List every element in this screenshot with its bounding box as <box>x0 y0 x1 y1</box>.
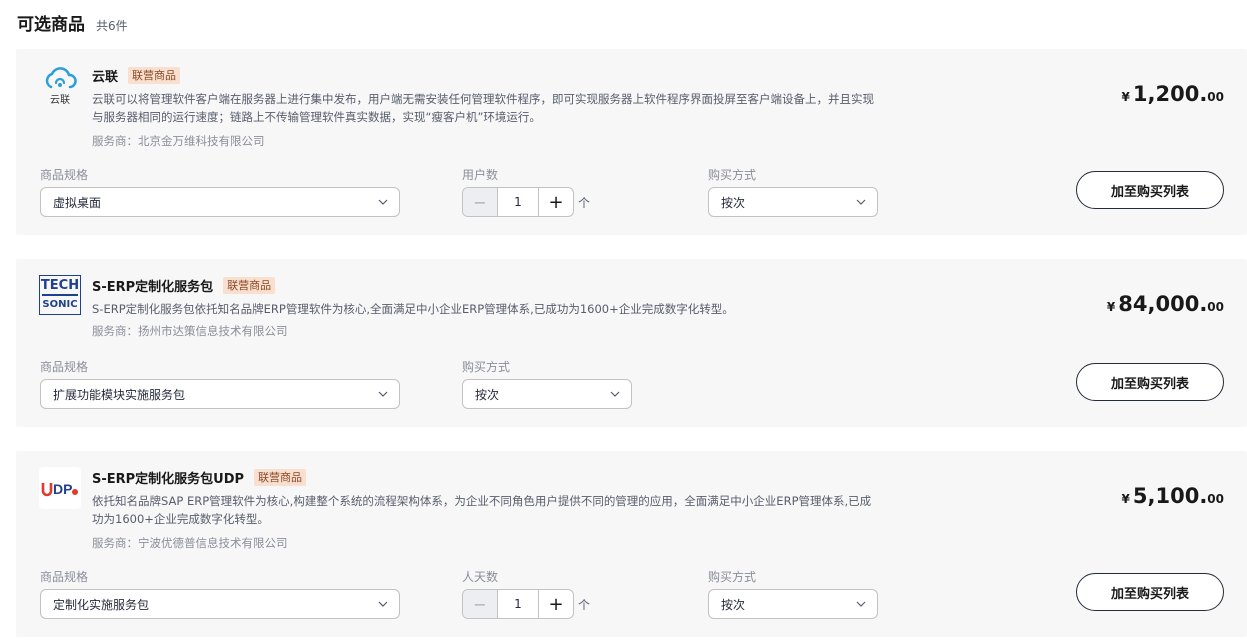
chevron-down-icon <box>856 601 866 607</box>
buy-method-select[interactable]: 按次 <box>462 379 632 409</box>
add-to-list-button[interactable]: 加至购买列表 <box>1076 171 1224 209</box>
buy-method-value: 按次 <box>721 597 746 612</box>
product-logo-techsonic: TECH SONIC <box>39 275 81 315</box>
plus-icon[interactable]: + <box>539 590 573 618</box>
joint-product-badge: 联营商品 <box>223 277 276 294</box>
product-price: ¥ 84,000. 00 <box>1106 292 1224 316</box>
joint-product-badge: 联营商品 <box>128 67 181 84</box>
minus-icon[interactable]: − <box>463 590 498 618</box>
logo-text: TECH <box>40 277 80 293</box>
product-price: ¥ 5,100. 00 <box>1121 484 1224 508</box>
logo-text: 云联 <box>50 94 70 106</box>
quantity-stepper: − 1 + 个 <box>462 589 590 619</box>
product-description: 云联可以将管理软件客户端在服务器上进行集中发布，用户端无需安装任何管理软件程序，… <box>92 92 874 124</box>
product-description: S-ERP定制化服务包依托知名品牌ERP管理软件为核心,全面满足中小企业ERP管… <box>92 302 734 316</box>
quantity-input[interactable]: 1 <box>498 590 539 618</box>
product-logo-udp: DP <box>39 467 81 509</box>
svg-text:DP: DP <box>53 481 72 497</box>
product-name[interactable]: S-ERP定制化服务包 <box>92 276 213 295</box>
spec-label: 商品规格 <box>40 360 89 374</box>
buy-method-select[interactable]: 按次 <box>708 589 878 619</box>
spec-label: 商品规格 <box>40 570 89 584</box>
product-card-serp: TECH SONIC S-ERP定制化服务包 联营商品 S-ERP定制化服务包依… <box>16 259 1247 427</box>
add-to-list-button[interactable]: 加至购买列表 <box>1076 573 1224 611</box>
chevron-down-icon <box>378 199 388 205</box>
product-logo-yunlian: 云联 <box>39 65 81 107</box>
chevron-down-icon <box>856 199 866 205</box>
cloud-logo-icon <box>45 66 77 88</box>
quantity-unit: 个 <box>578 597 591 612</box>
quantity-stepper: − 1 + 个 <box>462 187 590 217</box>
spec-value: 虚拟桌面 <box>53 195 102 210</box>
product-price: ¥ 1,200. 00 <box>1121 82 1224 106</box>
quantity-label: 人天数 <box>462 570 499 584</box>
product-card-serp-udp: DP S-ERP定制化服务包UDP 联营商品 依托知名品牌SAP ERP管理软件… <box>16 451 1247 637</box>
chevron-down-icon <box>378 391 388 397</box>
logo-text: SONIC <box>42 293 78 313</box>
buy-method-label: 购买方式 <box>708 570 757 584</box>
udp-logo-icon: DP <box>41 481 78 497</box>
buy-method-label: 购买方式 <box>708 168 757 182</box>
buy-method-value: 按次 <box>721 195 746 210</box>
joint-product-badge: 联营商品 <box>254 469 307 486</box>
buy-method-label: 购买方式 <box>462 360 511 374</box>
vendor-name: 服务商：扬州市达策信息技术有限公司 <box>92 324 288 338</box>
quantity-input[interactable]: 1 <box>498 188 539 216</box>
spec-select[interactable]: 扩展功能模块实施服务包 <box>40 379 400 409</box>
spec-label: 商品规格 <box>40 168 89 182</box>
spec-value: 扩展功能模块实施服务包 <box>53 387 186 402</box>
quantity-label: 用户数 <box>462 168 499 182</box>
chevron-down-icon <box>378 601 388 607</box>
plus-icon[interactable]: + <box>539 188 573 216</box>
quantity-unit: 个 <box>578 195 591 210</box>
buy-method-select[interactable]: 按次 <box>708 187 878 217</box>
buy-method-value: 按次 <box>475 387 500 402</box>
section-title: 可选商品 <box>17 15 85 35</box>
product-name[interactable]: 云联 <box>92 66 118 85</box>
vendor-name: 服务商：宁波优德普信息技术有限公司 <box>92 536 288 550</box>
spec-value: 定制化实施服务包 <box>53 597 150 612</box>
spec-select[interactable]: 虚拟桌面 <box>40 187 400 217</box>
product-description: 依托知名品牌SAP ERP管理软件为核心,构建整个系统的流程架构体系，为企业不同… <box>92 494 872 526</box>
item-count: 共6件 <box>96 19 128 33</box>
section-header: 可选商品 共6件 <box>17 10 128 35</box>
minus-icon[interactable]: − <box>463 188 498 216</box>
product-card-yunlian: 云联 云联 联营商品 云联可以将管理软件客户端在服务器上进行集中发布，用户端无需… <box>16 49 1247 235</box>
chevron-down-icon <box>610 391 620 397</box>
add-to-list-button[interactable]: 加至购买列表 <box>1076 363 1224 401</box>
vendor-name: 服务商：北京金万维科技有限公司 <box>92 134 265 148</box>
spec-select[interactable]: 定制化实施服务包 <box>40 589 400 619</box>
product-name[interactable]: S-ERP定制化服务包UDP <box>92 468 244 487</box>
